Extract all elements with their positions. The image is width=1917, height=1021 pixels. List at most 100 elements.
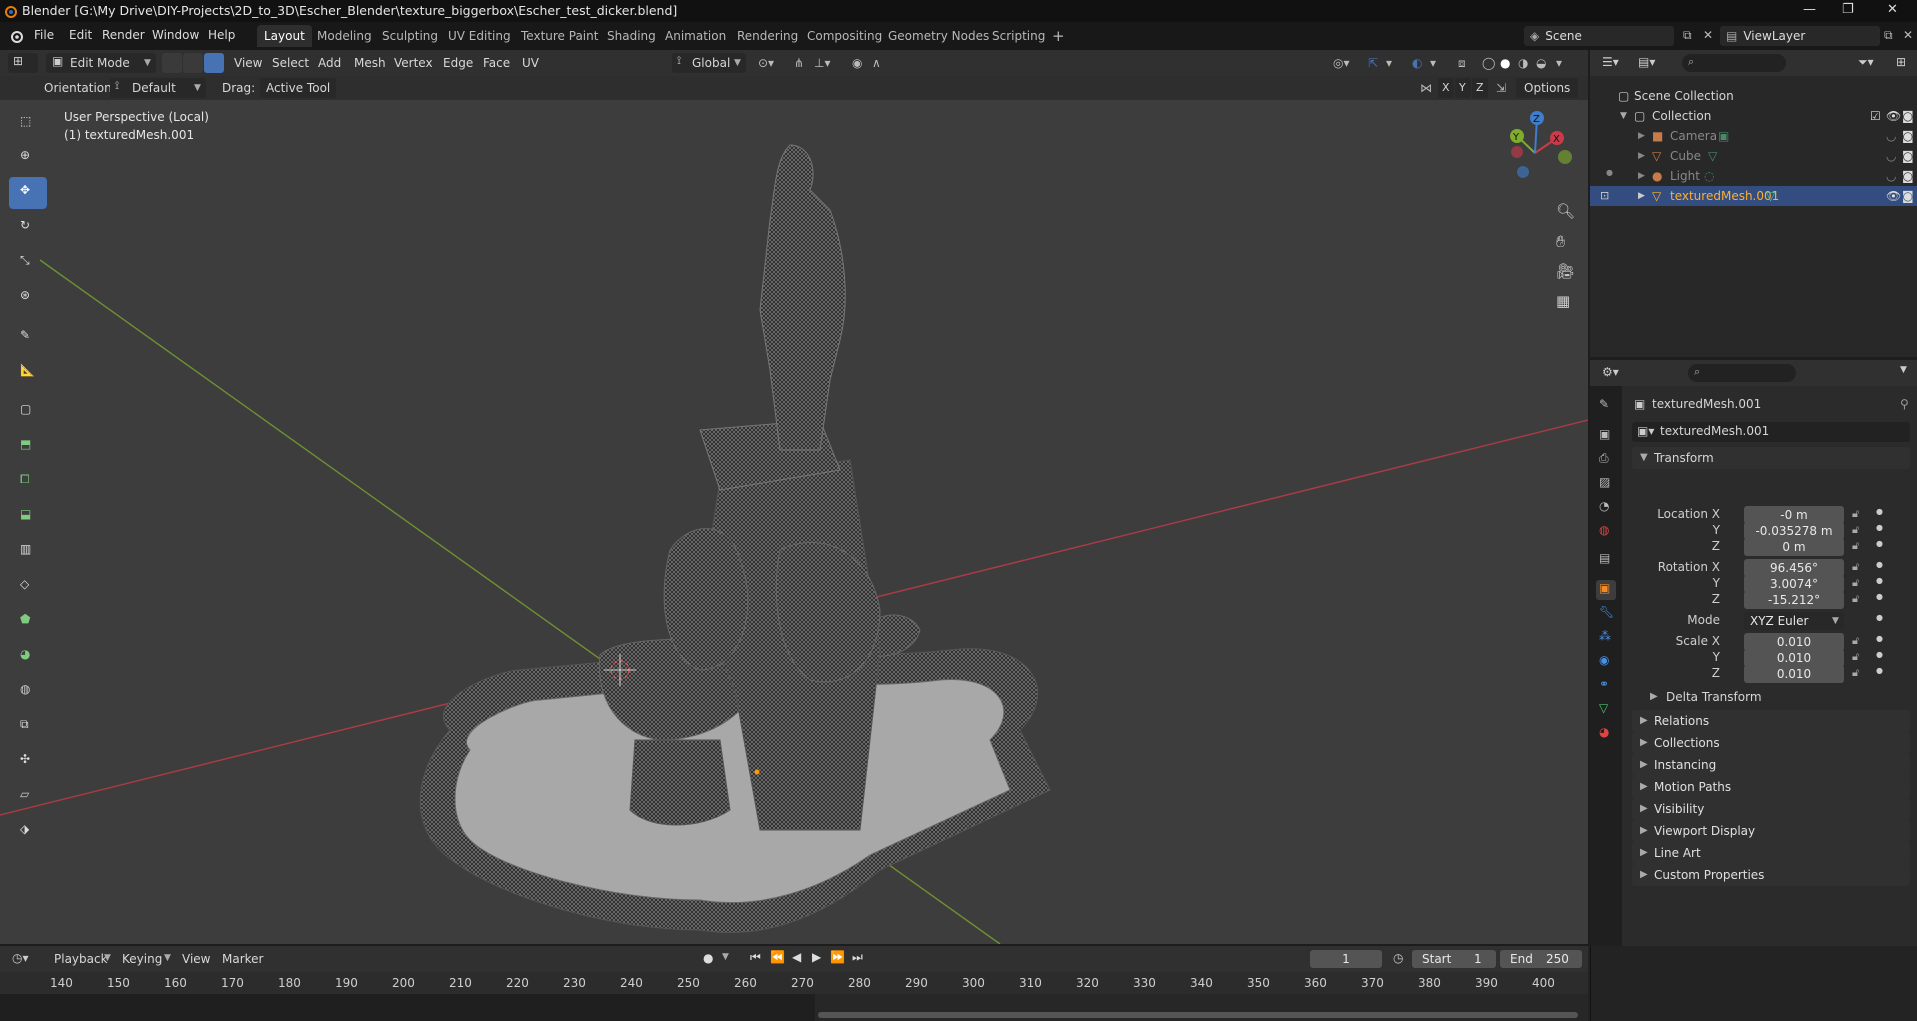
panel-custom-properties[interactable]: ▶ Custom Properties (1632, 864, 1910, 886)
menu-uv[interactable]: UV (522, 53, 539, 73)
zoom-icon[interactable]: 🔍︎ (1556, 202, 1575, 220)
knife-tool[interactable]: ◇ (9, 571, 47, 603)
mirror-y-toggle[interactable]: Y (1455, 78, 1471, 98)
new-scene-icon[interactable]: ⧉ (1683, 28, 1692, 43)
properties-search-input[interactable]: ⌕ (1688, 364, 1796, 382)
outliner-row-camera[interactable]: ▶ ■ Camera ▣ ◡ ◙ (1590, 126, 1917, 146)
tab-scripting[interactable]: Scripting (985, 25, 1052, 47)
rotation-mode-selector[interactable]: XYZ Euler ▼ (1744, 612, 1844, 630)
tab-collection[interactable]: ▤ (1596, 550, 1616, 570)
tab-render[interactable]: ▣ (1596, 426, 1616, 446)
chevron-right-icon[interactable]: ▶ (1638, 166, 1645, 186)
wireframe-shading-icon[interactable]: ◯ (1482, 53, 1495, 73)
edge-slide-tool[interactable]: ⧉ (9, 711, 47, 743)
menu-view[interactable]: View (182, 949, 210, 969)
frame-ruler[interactable]: 140 150 160 170 180 190 200 210 220 230 … (0, 972, 1588, 994)
visibility-icon[interactable]: ◎▾ (1333, 53, 1350, 73)
lock-icon[interactable]: 🔓︎ (1852, 592, 1859, 606)
face-select-button[interactable] (204, 53, 224, 73)
location-z-field[interactable]: 0 m (1744, 538, 1844, 556)
scene-selector[interactable]: ◈ Scene (1524, 26, 1674, 46)
minimize-button[interactable]: — (1803, 2, 1816, 17)
eye-closed-icon[interactable]: ◡ (1886, 166, 1896, 186)
current-frame-field[interactable]: 1 (1310, 950, 1382, 968)
menu-mesh[interactable]: Mesh (354, 53, 386, 73)
perspective-toggle-icon[interactable]: ▦ (1556, 292, 1570, 310)
options-dropdown[interactable]: Options (1516, 78, 1578, 98)
panel-collections[interactable]: ▶ Collections (1632, 732, 1910, 754)
transform-orientation-selector[interactable]: ⟟ Global ▼ (672, 53, 746, 73)
chevron-right-icon[interactable]: ▶ (1638, 146, 1645, 166)
eye-closed-icon[interactable]: ◡ (1886, 146, 1896, 166)
tab-material[interactable]: ◕ (1596, 724, 1616, 744)
timeline-frame-area[interactable]: 140 150 160 170 180 190 200 210 220 230 … (0, 972, 1588, 1021)
tab-modifiers[interactable]: 🔧︎ (1596, 604, 1616, 624)
outliner-row-texturedmesh[interactable]: ⊡ ▶ ▽ texturedMesh.001 ▽ 👁︎ ◙ (1590, 186, 1917, 206)
menu-add[interactable]: Add (318, 53, 341, 73)
tab-geometry-nodes[interactable]: Geometry Nodes (881, 25, 996, 47)
panel-visibility[interactable]: ▶ Visibility (1632, 798, 1910, 820)
lock-icon[interactable]: 🔓︎ (1852, 666, 1859, 680)
bevel-tool[interactable]: ⬓ (9, 501, 47, 533)
tab-modeling[interactable]: Modeling (310, 25, 379, 47)
lock-icon[interactable]: 🔓︎ (1852, 576, 1859, 590)
keyframe-dot-icon[interactable]: ● (1876, 507, 1883, 516)
play-icon[interactable]: ▶ (812, 950, 821, 964)
chevron-down-icon[interactable]: ▼ (1900, 365, 1907, 375)
panel-motion-paths[interactable]: ▶ Motion Paths (1632, 776, 1910, 798)
rotate-tool[interactable]: ↻ (9, 212, 47, 244)
smooth-tool[interactable]: ◍ (9, 676, 47, 708)
select-box-tool[interactable]: ⬚ (9, 108, 47, 140)
edge-select-button[interactable] (183, 53, 203, 73)
tab-texture-paint[interactable]: Texture Paint (514, 25, 605, 47)
filter-icon[interactable]: ⏷▾ (1858, 55, 1874, 70)
record-icon[interactable]: ● (703, 951, 713, 965)
panel-line-art[interactable]: ▶ Line Art (1632, 842, 1910, 864)
menu-edge[interactable]: Edge (443, 53, 473, 73)
camera-render-icon[interactable]: ◙ (1902, 186, 1914, 206)
eye-closed-icon[interactable]: ◡ (1886, 126, 1896, 146)
camera-render-icon[interactable]: ◙ (1902, 126, 1914, 146)
jump-end-icon[interactable]: ⏭ (852, 950, 863, 965)
jump-keyframe-back-icon[interactable]: ⏪ (770, 950, 785, 964)
drag-selector[interactable]: Active Tool (260, 78, 336, 98)
cursor-tool[interactable]: ⊕ (9, 142, 47, 174)
tab-compositing[interactable]: Compositing (800, 25, 889, 47)
checkbox-icon[interactable]: ☑ (1870, 106, 1881, 126)
display-mode-icon[interactable]: ▤▾ (1638, 55, 1655, 69)
keyframe-dot-icon[interactable]: ● (1876, 634, 1883, 643)
tab-scene[interactable]: ◔ (1596, 498, 1616, 518)
editor-type-button[interactable]: ⊞ (8, 53, 38, 73)
outliner-row-collection[interactable]: ▼ ▢ Collection ☑ 👁︎ ◙ (1590, 106, 1917, 126)
spin-tool[interactable]: ◕ (9, 641, 47, 673)
mirror-x-toggle[interactable]: X (1438, 78, 1454, 98)
vertex-select-button[interactable] (162, 53, 182, 73)
delete-scene-icon[interactable]: ✕ (1703, 28, 1713, 42)
menu-render[interactable]: Render (102, 28, 145, 42)
edit-mode-indicator-icon[interactable]: ⊡ (1600, 186, 1609, 206)
lock-icon[interactable]: 🔓︎ (1852, 539, 1859, 553)
viewport-scene[interactable] (0, 50, 1588, 944)
snap-target-icon[interactable]: ⊥▾ (814, 53, 830, 73)
keyframe-dot-icon[interactable]: ● (1876, 560, 1883, 569)
menu-playback[interactable]: Playback (54, 949, 108, 969)
editor-type-icon[interactable]: ⚙▾ (1602, 365, 1619, 379)
viewlayer-selector[interactable]: ▤ ViewLayer (1720, 26, 1880, 46)
move-tool[interactable]: ✥ (9, 177, 47, 209)
add-cube-tool[interactable]: ▢ (9, 396, 47, 428)
chevron-right-icon[interactable]: ▶ (1638, 186, 1645, 206)
solid-shading-icon[interactable]: ● (1500, 53, 1510, 73)
outliner-row-light[interactable]: ▶ ● Light ◌ ◡ ◙ (1590, 166, 1917, 186)
timeline-scrollbar[interactable] (818, 1012, 1578, 1018)
mirror-z-toggle[interactable]: Z (1472, 78, 1488, 98)
menu-help[interactable]: Help (208, 28, 235, 42)
play-reverse-icon[interactable]: ◀ (792, 950, 801, 964)
delete-viewlayer-icon[interactable]: ✕ (1903, 28, 1913, 42)
shear-tool[interactable]: ▱ (9, 781, 47, 813)
tab-uv-editing[interactable]: UV Editing (441, 25, 518, 47)
poly-build-tool[interactable]: ⬟ (9, 606, 47, 638)
keyframe-dot-icon[interactable]: ● (1876, 539, 1883, 548)
new-collection-icon[interactable]: ⊞ (1896, 55, 1906, 69)
xray-icon[interactable]: ⧈ (1458, 53, 1466, 73)
new-viewlayer-icon[interactable]: ⧉ (1884, 28, 1893, 43)
